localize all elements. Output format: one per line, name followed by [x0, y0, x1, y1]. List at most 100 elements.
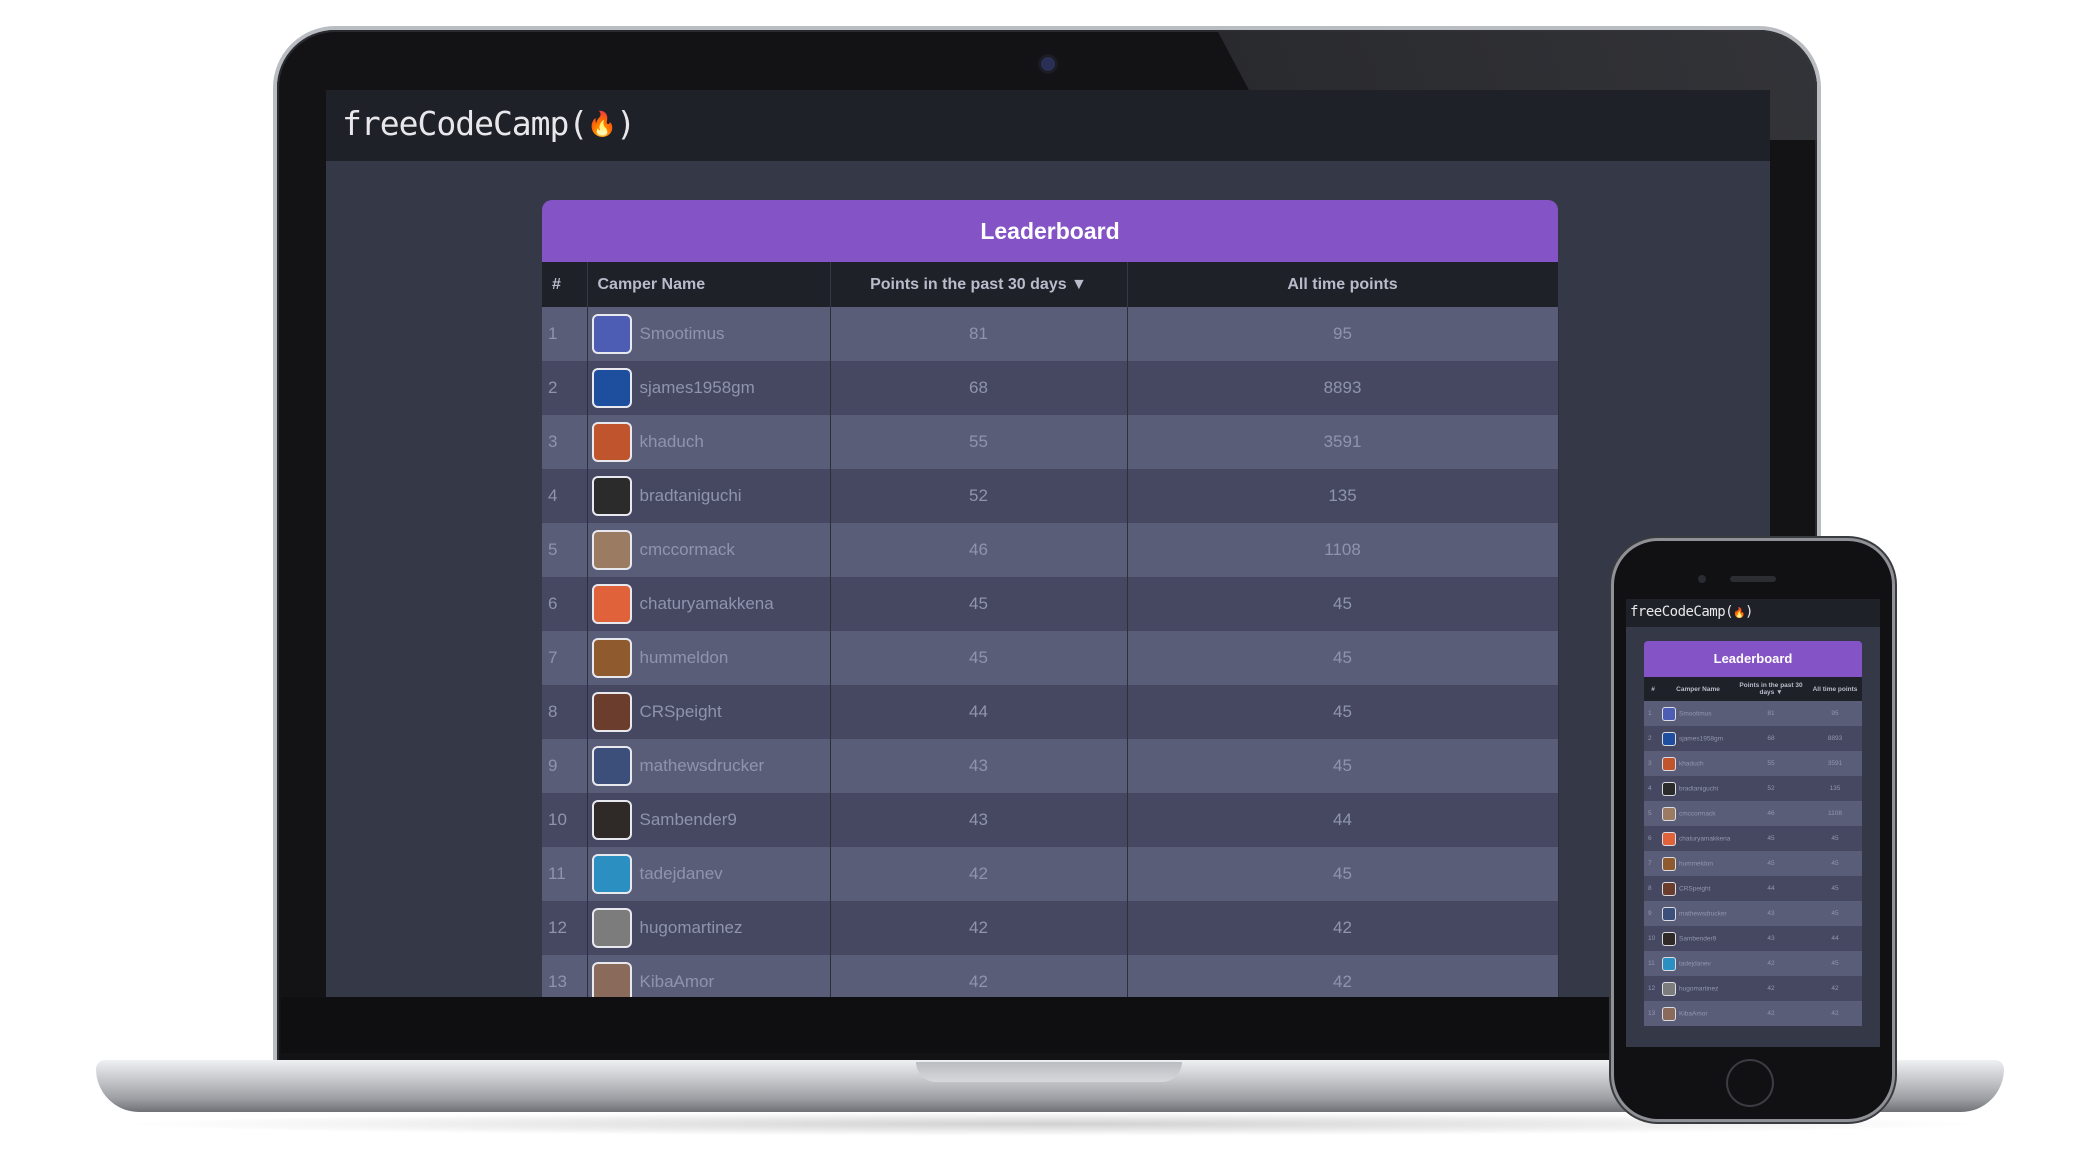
avatar[interactable]: [593, 748, 630, 784]
phone-row-camper[interactable]: bradtaniguchi: [1662, 776, 1734, 801]
phone-col-alltime-header[interactable]: All time points: [1808, 677, 1862, 701]
phone-row-camper[interactable]: sjames1958gm: [1662, 726, 1734, 751]
avatar[interactable]: [593, 586, 630, 622]
phone-camper-name[interactable]: Sambender9: [1679, 935, 1716, 942]
row-camper[interactable]: Sambender9: [587, 793, 831, 847]
phone-leaderboard: Leaderboard # Camper Name Points in the …: [1644, 641, 1862, 1026]
phone-row-camper[interactable]: hummeldon: [1662, 851, 1734, 876]
camper-name[interactable]: hummeldon: [640, 648, 729, 667]
phone-row-rank: 8: [1644, 876, 1662, 901]
phone-row-camper[interactable]: CRSpeight: [1662, 876, 1734, 901]
phone-avatar[interactable]: [1663, 807, 1675, 820]
phone-row-rank: 13: [1644, 1001, 1662, 1026]
phone-camper-name[interactable]: khaduch: [1679, 760, 1704, 767]
phone-avatar[interactable]: [1663, 782, 1675, 795]
phone-camper-name[interactable]: Smootimus: [1679, 710, 1712, 717]
row-camper[interactable]: Smootimus: [587, 307, 831, 361]
avatar[interactable]: [593, 856, 630, 892]
phone-avatar[interactable]: [1663, 832, 1675, 845]
avatar[interactable]: [593, 910, 630, 946]
row-camper[interactable]: hummeldon: [587, 631, 831, 685]
row-alltime-points: 45: [1127, 577, 1559, 631]
phone-avatar[interactable]: [1663, 907, 1675, 920]
phone-row-rank: 11: [1644, 951, 1662, 976]
camper-name[interactable]: KibaAmor: [640, 972, 715, 991]
camper-name[interactable]: chaturyamakkena: [640, 594, 774, 613]
phone-camper-name[interactable]: CRSpeight: [1679, 885, 1710, 892]
camper-name[interactable]: CRSpeight: [640, 702, 722, 721]
phone-row-alltime-points: 45: [1808, 851, 1862, 876]
phone-row-camper[interactable]: Smootimus: [1662, 701, 1734, 726]
row-alltime-points: 95: [1127, 307, 1559, 361]
row-camper[interactable]: chaturyamakkena: [587, 577, 831, 631]
phone-camper-name[interactable]: bradtaniguchi: [1679, 785, 1718, 792]
row-rank: 10: [542, 793, 588, 847]
phone-camper-name[interactable]: chaturyamakkena: [1679, 835, 1730, 842]
avatar[interactable]: [593, 802, 630, 838]
phone-camper-name[interactable]: hugomartinez: [1679, 985, 1718, 992]
phone-camper-name[interactable]: mathewsdrucker: [1679, 910, 1727, 917]
phone-camper-name[interactable]: tadejdanev: [1679, 960, 1711, 967]
avatar[interactable]: [593, 424, 630, 460]
row-camper[interactable]: CRSpeight: [587, 685, 831, 739]
camper-name[interactable]: hugomartinez: [640, 918, 743, 937]
col-recent-header[interactable]: Points in the past 30 days ▼: [830, 262, 1128, 307]
camper-name[interactable]: sjames1958gm: [640, 378, 755, 397]
phone-brand-logo[interactable]: freeCodeCamp(🔥): [1630, 604, 1753, 620]
avatar[interactable]: [593, 694, 630, 730]
phone-row-camper[interactable]: cmccormack: [1662, 801, 1734, 826]
camper-name[interactable]: mathewsdrucker: [640, 756, 765, 775]
row-camper[interactable]: khaduch: [587, 415, 831, 469]
phone-avatar[interactable]: [1663, 982, 1675, 995]
phone-avatar[interactable]: [1663, 857, 1675, 870]
row-alltime-points: 45: [1127, 847, 1559, 901]
row-alltime-points: 45: [1127, 739, 1559, 793]
col-alltime-header[interactable]: All time points: [1127, 262, 1559, 307]
phone-row-camper[interactable]: mathewsdrucker: [1662, 901, 1734, 926]
phone-camper-name[interactable]: sjames1958gm: [1679, 735, 1723, 742]
avatar[interactable]: [593, 316, 630, 352]
phone-row-camper[interactable]: khaduch: [1662, 751, 1734, 776]
phone-avatar[interactable]: [1663, 757, 1675, 770]
row-camper[interactable]: bradtaniguchi: [587, 469, 831, 523]
row-camper[interactable]: hugomartinez: [587, 901, 831, 955]
brand-logo[interactable]: freeCodeCamp(🔥): [342, 104, 636, 143]
phone-row-camper[interactable]: chaturyamakkena: [1662, 826, 1734, 851]
phone-avatar[interactable]: [1663, 957, 1675, 970]
phone-row-camper[interactable]: KibaAmor: [1662, 1001, 1734, 1026]
phone-row-camper[interactable]: hugomartinez: [1662, 976, 1734, 1001]
phone-row-camper[interactable]: tadejdanev: [1662, 951, 1734, 976]
camper-name[interactable]: khaduch: [640, 432, 704, 451]
phone-row-rank: 9: [1644, 901, 1662, 926]
phone-row-recent-points: 55: [1734, 751, 1808, 776]
phone-avatar[interactable]: [1663, 932, 1675, 945]
avatar[interactable]: [593, 640, 630, 676]
row-camper[interactable]: sjames1958gm: [587, 361, 831, 415]
avatar[interactable]: [593, 370, 630, 406]
phone-camper-name[interactable]: hummeldon: [1679, 860, 1713, 867]
row-camper[interactable]: cmccormack: [587, 523, 831, 577]
camper-name[interactable]: tadejdanev: [640, 864, 723, 883]
camper-name[interactable]: cmccormack: [640, 540, 735, 559]
phone-home-button[interactable]: [1728, 1061, 1772, 1105]
leaderboard-title: Leaderboard: [542, 200, 1558, 262]
phone-avatar[interactable]: [1663, 882, 1675, 895]
row-camper[interactable]: mathewsdrucker: [587, 739, 831, 793]
avatar[interactable]: [593, 532, 630, 568]
phone-avatar[interactable]: [1663, 1007, 1675, 1020]
phone-avatar[interactable]: [1663, 732, 1675, 745]
camper-name[interactable]: Sambender9: [640, 810, 737, 829]
row-camper[interactable]: KibaAmor: [587, 955, 831, 997]
avatar[interactable]: [593, 478, 630, 514]
row-rank: 6: [542, 577, 588, 631]
phone-row-camper[interactable]: Sambender9: [1662, 926, 1734, 951]
row-camper[interactable]: tadejdanev: [587, 847, 831, 901]
row-recent-points: 52: [830, 469, 1128, 523]
phone-camper-name[interactable]: KibaAmor: [1679, 1010, 1708, 1017]
camper-name[interactable]: bradtaniguchi: [640, 486, 742, 505]
avatar[interactable]: [593, 964, 630, 997]
phone-avatar[interactable]: [1663, 707, 1675, 720]
camper-name[interactable]: Smootimus: [640, 324, 725, 343]
phone-camper-name[interactable]: cmccormack: [1679, 810, 1715, 817]
phone-col-recent-header[interactable]: Points in the past 30 days ▼: [1734, 677, 1808, 701]
